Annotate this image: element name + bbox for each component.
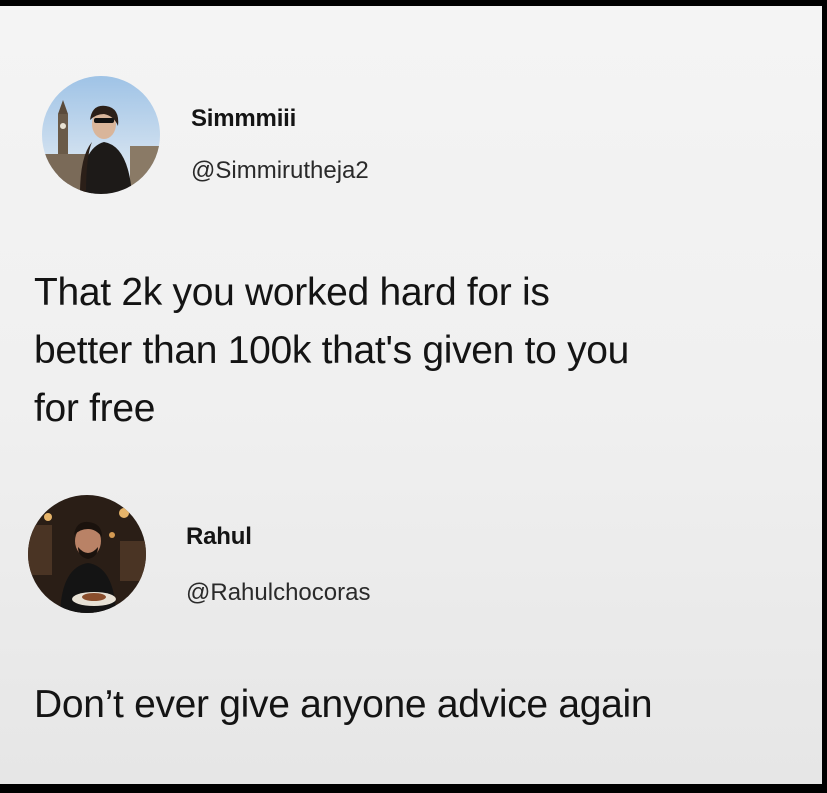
post-text-line: Don’t ever give anyone advice again [34, 683, 653, 726]
post-text-line: for free [34, 387, 156, 430]
display-name[interactable]: Simmmiii [191, 105, 296, 133]
user-handle[interactable]: @Rahulchocoras [186, 579, 370, 607]
avatar-simmmiii[interactable] [42, 76, 160, 194]
post-text: Don’t ever give anyone advice again [34, 676, 653, 734]
user-handle[interactable]: @Simmirutheja2 [191, 157, 369, 185]
screenshot-frame: Simmmiii @Simmirutheja2 That 2k you work… [0, 6, 822, 784]
post-text: That 2k you worked hard for is better th… [34, 264, 629, 438]
avatar-rahul[interactable] [28, 495, 146, 613]
display-name[interactable]: Rahul [186, 523, 252, 551]
post-text-line: better than 100k that's given to you [34, 329, 630, 372]
post-text-line: That 2k you worked hard for is [34, 271, 550, 314]
